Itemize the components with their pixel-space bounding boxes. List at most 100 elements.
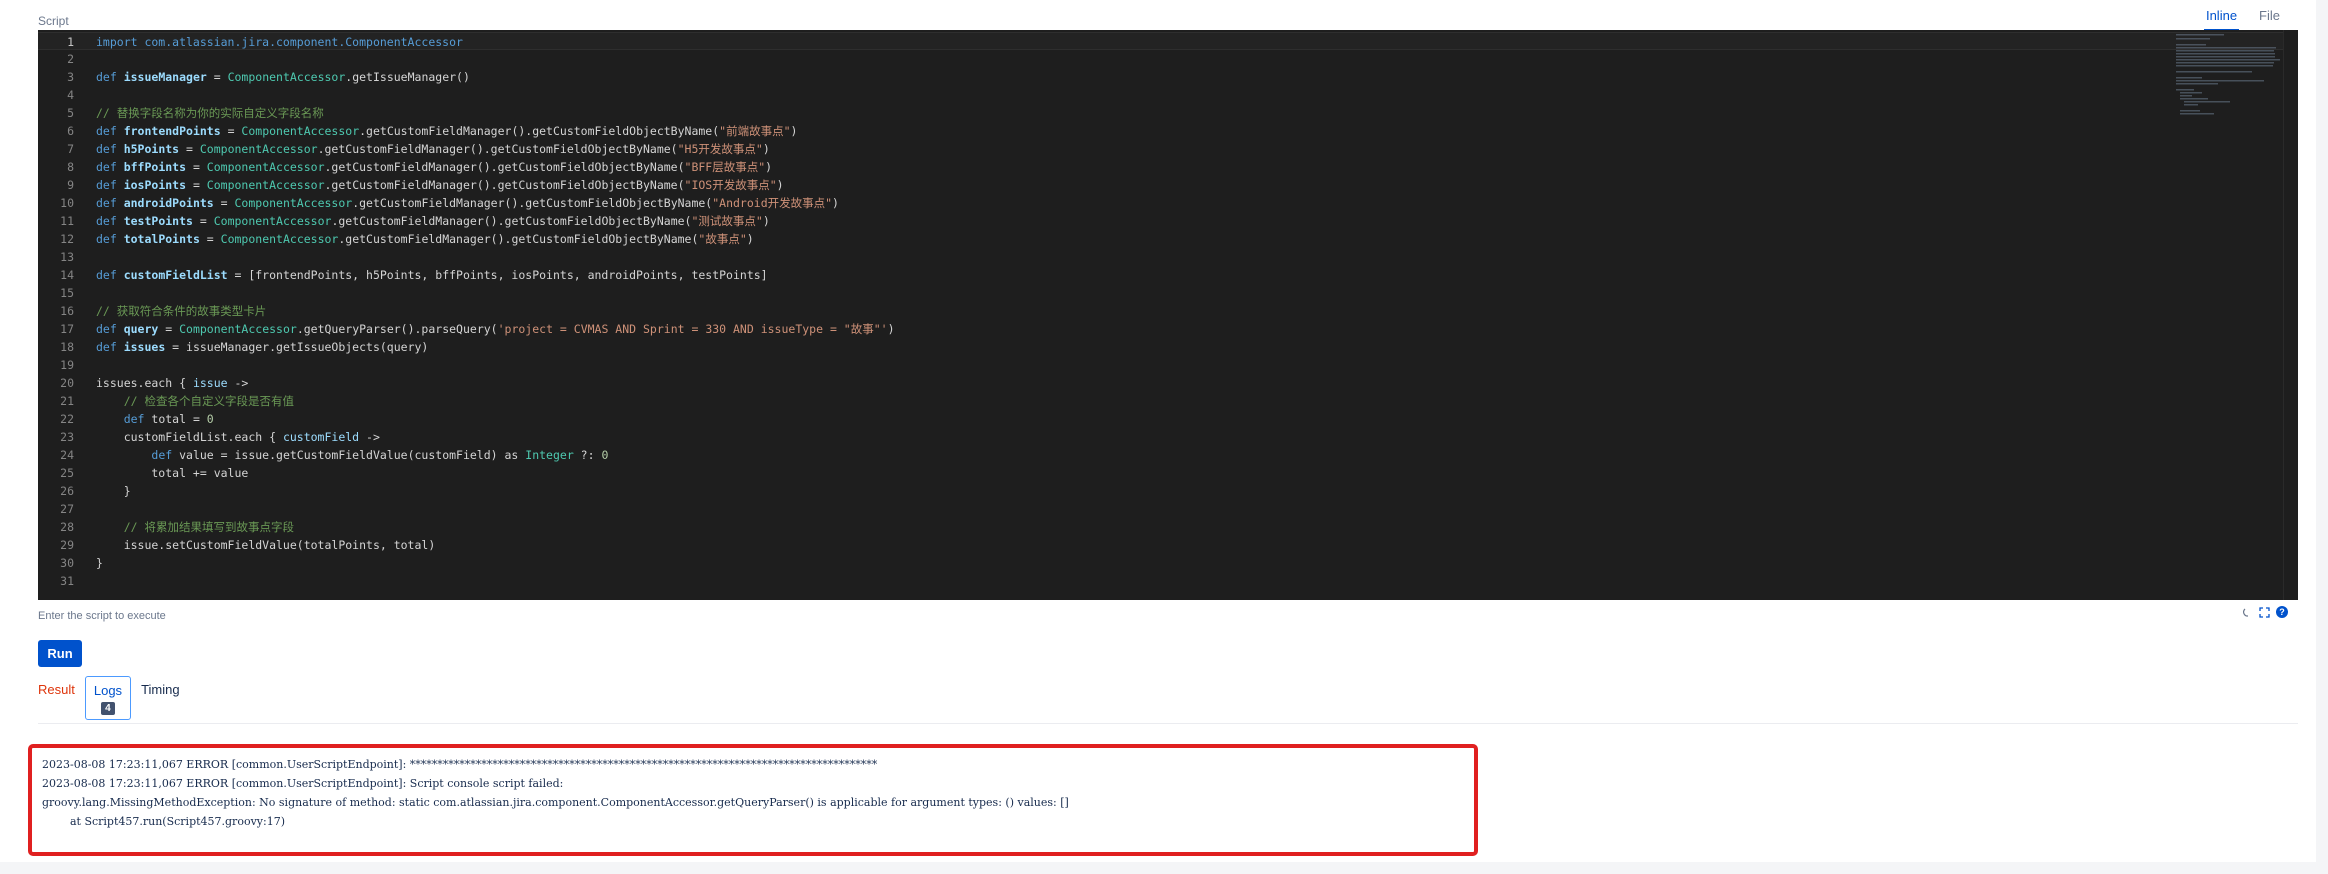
- code-token: ComponentAccessor: [199, 142, 318, 156]
- code-token: def: [96, 124, 124, 138]
- editor-vertical-scrollbar[interactable]: [2283, 30, 2298, 600]
- code-token: "前端故事点": [719, 124, 791, 138]
- minimap-line: [2176, 77, 2202, 79]
- code-token: "测试故事点": [691, 214, 763, 228]
- code-text: def query = ComponentAccessor.getQueryPa…: [96, 322, 895, 336]
- code-token: def: [96, 196, 124, 210]
- code-text: // 替换字段名称为你的实际自定义字段名称: [96, 106, 324, 120]
- tab-inline[interactable]: Inline: [2203, 6, 2240, 31]
- code-token: "Android开发故事点": [712, 196, 833, 210]
- code-token: ): [776, 178, 784, 192]
- line-number: 3: [67, 70, 74, 84]
- code-line: 25 total += value: [38, 464, 2298, 482]
- code-line: 2: [38, 50, 2298, 68]
- line-number: 14: [60, 268, 74, 282]
- line-number: 30: [60, 556, 74, 570]
- line-number: 6: [67, 124, 74, 138]
- code-line: 10 def androidPoints = ComponentAccessor.…: [38, 194, 2298, 212]
- loading-spinner-icon: [2243, 608, 2249, 617]
- log-line: 2023-08-08 17:23:11,067 ERROR [common.Us…: [42, 777, 564, 790]
- minimap-line: [2176, 56, 2275, 58]
- editor-minimap[interactable]: [2174, 32, 2284, 122]
- code-text: def h5Points = ComponentAccessor.getCust…: [96, 142, 770, 156]
- code-token: iosPoints: [123, 178, 187, 192]
- tab-logs[interactable]: Logs 4: [84, 676, 132, 720]
- code-token: ComponentAccessor: [234, 196, 353, 210]
- code-line: 17 def query = ComponentAccessor.getQuery…: [38, 320, 2298, 338]
- log-line: 2023-08-08 17:23:11,067 ERROR [common.Us…: [42, 758, 878, 771]
- minimap-line: [2176, 50, 2274, 52]
- minimap-line: [2176, 80, 2264, 82]
- minimap-line: [2176, 71, 2252, 73]
- code-token: .getCustomFieldManager().getCustomFieldO…: [338, 232, 699, 246]
- code-token: // 将累加结果填写到故事点字段: [123, 520, 294, 534]
- code-line: 18 def issues = issueManager.getIssueObje…: [38, 338, 2298, 356]
- minimap-line: [2180, 95, 2192, 97]
- code-token: 0: [206, 412, 214, 426]
- code-token: ComponentAccessor: [179, 322, 297, 336]
- code-token: totalPoints: [123, 232, 200, 246]
- line-number: 22: [60, 412, 74, 426]
- minimap-line: [2176, 44, 2206, 46]
- help-icon[interactable]: ?: [2276, 606, 2288, 618]
- code-token: .getCustomFieldManager().getCustomFieldO…: [317, 142, 678, 156]
- code-text: }: [96, 484, 131, 498]
- line-number: 9: [67, 178, 74, 192]
- line-number: 15: [60, 286, 74, 300]
- code-token: Integer: [525, 448, 574, 462]
- code-line: 4: [38, 86, 2298, 104]
- code-text: }: [96, 556, 103, 570]
- code-token: h5Points: [123, 142, 180, 156]
- line-number: 27: [60, 502, 74, 516]
- line-number: 2: [67, 52, 74, 66]
- code-text: def androidPoints = ComponentAccessor.ge…: [96, 196, 839, 210]
- minimap-line: [2176, 89, 2194, 91]
- code-token: // 检查各个自定义字段是否有值: [123, 394, 294, 408]
- tab-logs-label: Logs: [93, 683, 123, 698]
- minimap-line: [2176, 47, 2276, 49]
- tab-timing[interactable]: Timing: [141, 676, 180, 703]
- code-text: def value = issue.getCustomFieldValue(cu…: [96, 448, 608, 462]
- code-text: def customFieldList = [frontendPoints, h…: [96, 268, 768, 282]
- code-text: // 检查各个自定义字段是否有值: [96, 394, 294, 408]
- code-text: def issueManager = ComponentAccessor.get…: [96, 70, 470, 84]
- code-line: 15: [38, 284, 2298, 302]
- svg-text:?: ?: [2279, 607, 2285, 617]
- fullscreen-icon[interactable]: [2259, 606, 2270, 618]
- code-line: 30}: [38, 554, 2298, 572]
- code-token: .getCustomFieldManager().getCustomFieldO…: [359, 124, 720, 138]
- code-token: // 替换字段名称为你的实际自定义字段名称: [96, 106, 324, 120]
- code-token: =: [192, 214, 214, 228]
- code-token: import com.atlassian.jira.component.Comp…: [96, 35, 463, 49]
- code-token: androidPoints: [123, 196, 214, 210]
- script-label: Script: [38, 14, 69, 28]
- tab-file[interactable]: File: [2257, 6, 2282, 31]
- code-text: def frontendPoints = ComponentAccessor.g…: [96, 124, 797, 138]
- line-number: 5: [67, 106, 74, 120]
- code-line: 1 import com.atlassian.jira.component.Com…: [38, 32, 2298, 50]
- code-token: }: [96, 556, 103, 570]
- run-button[interactable]: Run: [38, 640, 82, 667]
- minimap-line: [2176, 38, 2210, 40]
- code-token: def: [96, 142, 124, 156]
- code-editor[interactable]: 1 import com.atlassian.jira.component.Com…: [38, 30, 2298, 600]
- tab-result[interactable]: Result: [38, 676, 75, 703]
- code-line: 31: [38, 572, 2298, 590]
- minimap-line: [2184, 101, 2230, 103]
- code-token: ComponentAccessor: [206, 160, 325, 174]
- code-text: def iosPoints = ComponentAccessor.getCus…: [96, 178, 784, 192]
- line-number: 19: [60, 358, 74, 372]
- minimap-line: [2176, 53, 2275, 55]
- code-line: 22 def total = 0: [38, 410, 2298, 428]
- code-token: =: [186, 160, 207, 174]
- code-line: 19: [38, 356, 2298, 374]
- minimap-line: [2176, 34, 2224, 36]
- minimap-line: [2180, 92, 2202, 94]
- code-token: // 获取符合条件的故事类型卡片: [96, 304, 267, 318]
- code-text: issue.setCustomFieldValue(totalPoints, t…: [96, 538, 436, 552]
- code-line: 13: [38, 248, 2298, 266]
- code-token: ): [762, 142, 770, 156]
- code-line: 5 // 替换字段名称为你的实际自定义字段名称: [38, 104, 2298, 122]
